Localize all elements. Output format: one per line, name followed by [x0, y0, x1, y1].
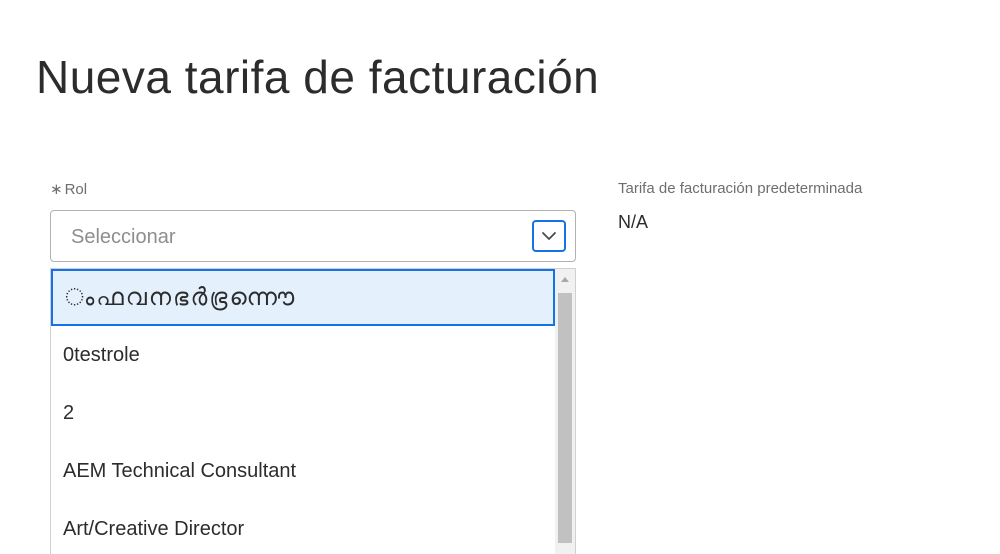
role-select-toggle-button[interactable] [532, 220, 566, 252]
role-option[interactable]: 2 [51, 385, 555, 442]
role-select[interactable]: Seleccionar [50, 210, 576, 262]
scroll-up-arrow-icon[interactable] [561, 277, 569, 282]
chevron-down-icon [542, 232, 556, 240]
role-label-text: Rol [64, 181, 88, 198]
role-option[interactable]: Art/Creative Director [51, 501, 555, 554]
role-option[interactable]: AEM Technical Consultant [51, 443, 555, 500]
required-marker: ∗ [50, 181, 63, 198]
default-rate-value: N/A [618, 212, 649, 232]
role-label: ∗ Rol [50, 180, 87, 198]
dropdown-scrollbar[interactable] [555, 269, 575, 554]
role-option[interactable]: ംഫവനഭർഭ്രന്നൌ [51, 269, 555, 326]
default-rate-label: Tarifa de facturación predeterminada [618, 180, 863, 197]
role-option[interactable]: 0testrole [51, 327, 555, 384]
new-billing-rate-page: Nueva tarifa de facturación ∗ Rol Selecci… [0, 0, 1000, 554]
role-select-placeholder: Seleccionar [71, 226, 176, 248]
scrollbar-thumb[interactable] [558, 293, 572, 543]
role-dropdown-list: ംഫവനഭർഭ്രന്നൌ 0testrole 2 AEM Technical … [50, 268, 576, 554]
page-title: Nueva tarifa de facturación [36, 51, 600, 103]
